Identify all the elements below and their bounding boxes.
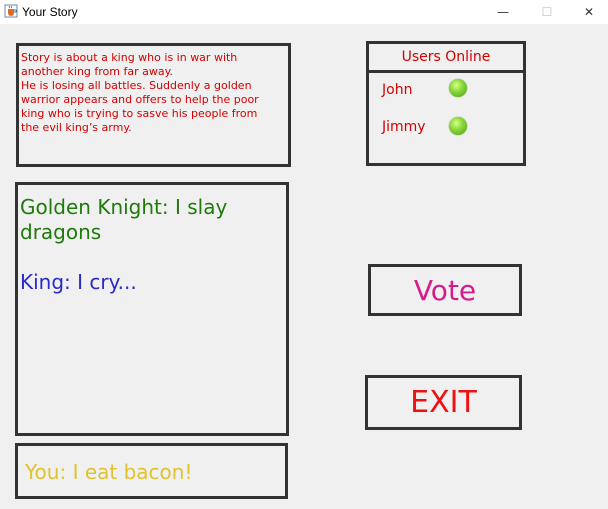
message-input-value: You: I eat bacon!: [25, 460, 193, 484]
chat-message: Golden Knight: I slay dragons: [20, 195, 228, 244]
user-name-jimmy: Jimmy: [382, 119, 426, 135]
chat-log: Golden Knight: I slay dragons King: I cr…: [15, 182, 289, 436]
java-cup-icon: [4, 4, 18, 18]
exit-button[interactable]: EXIT: [365, 375, 522, 430]
close-button[interactable]: ✕: [566, 0, 608, 24]
minimize-button[interactable]: —: [480, 0, 526, 24]
chat-message: King: I cry...: [20, 270, 137, 294]
user-name-john: John: [382, 82, 413, 98]
maximize-button[interactable]: ☐: [524, 0, 570, 24]
online-status-icon: [449, 79, 467, 97]
app-window: Your Story — ☐ ✕ Story is about a king w…: [0, 0, 608, 509]
window-title: Your Story: [22, 5, 78, 19]
message-input[interactable]: You: I eat bacon!: [15, 443, 288, 499]
story-text: Story is about a king who is in war with…: [16, 43, 291, 167]
online-status-icon: [449, 117, 467, 135]
users-online-title: Users Online: [366, 41, 526, 73]
vote-button[interactable]: Vote: [368, 264, 522, 316]
title-bar: Your Story — ☐ ✕: [0, 0, 608, 24]
users-online-panel: Users Online John Jimmy: [366, 41, 526, 166]
